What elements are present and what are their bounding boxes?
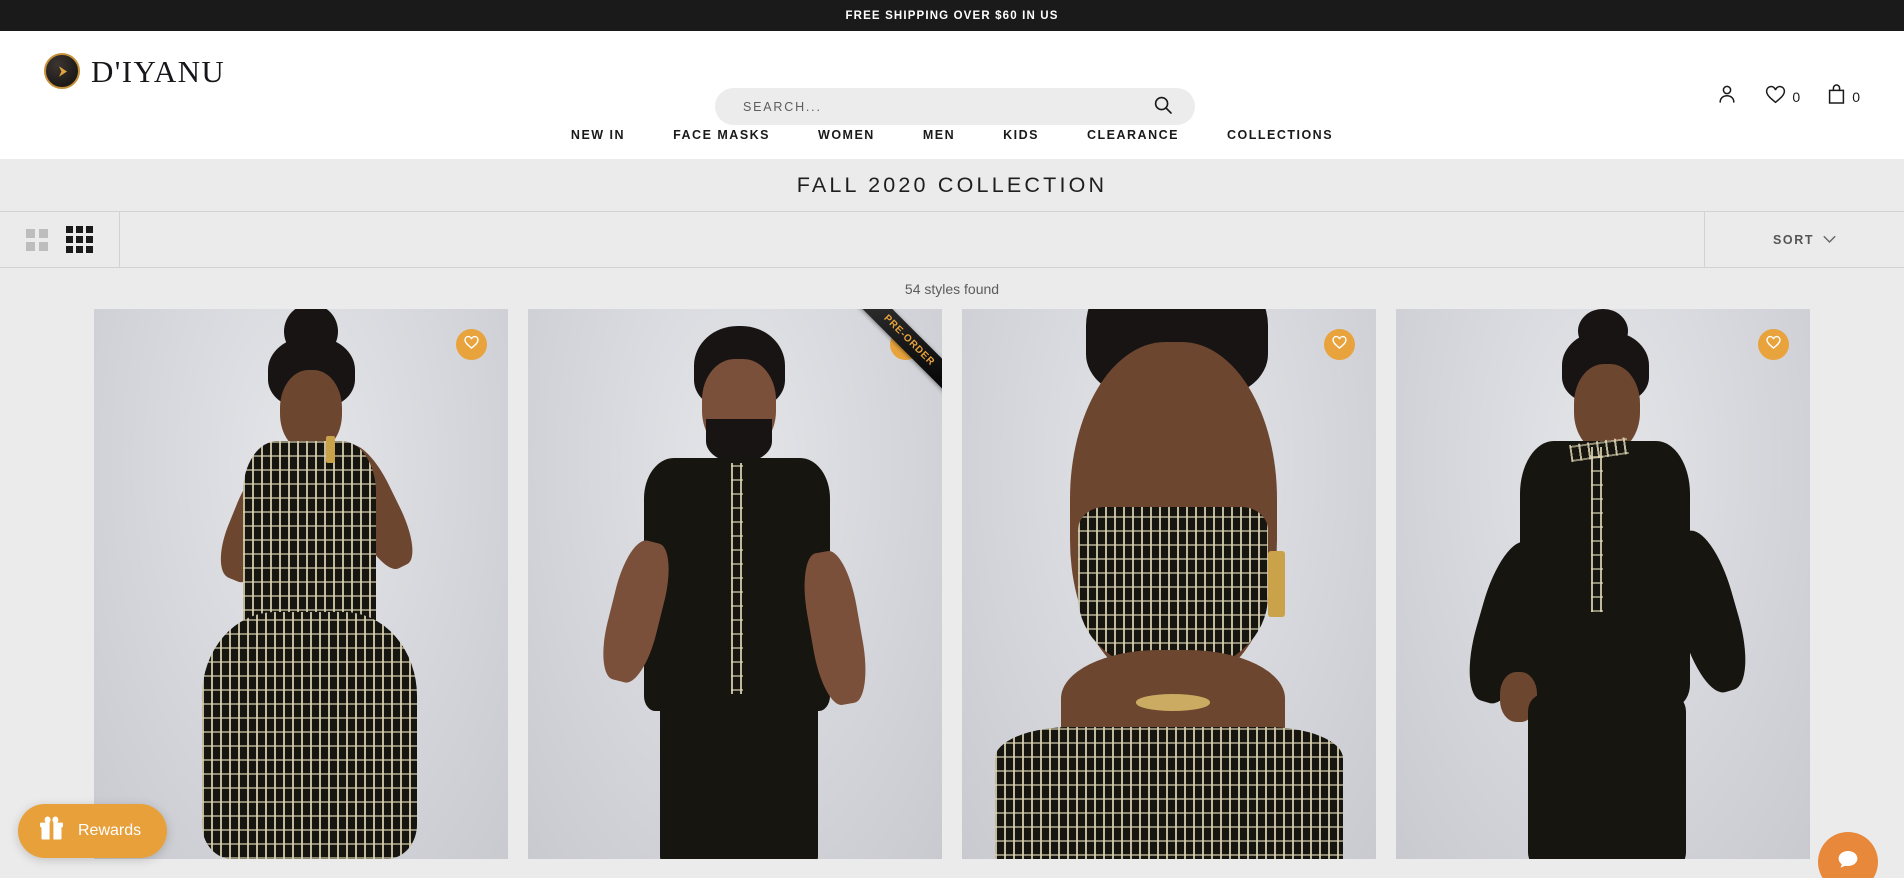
product-card-2[interactable]: PRE-ORDER xyxy=(528,309,942,859)
page-title: FALL 2020 COLLECTION xyxy=(796,172,1108,197)
account-link[interactable] xyxy=(1716,83,1738,110)
product-image-2 xyxy=(528,309,942,859)
search-button[interactable] xyxy=(1149,95,1177,118)
collection-toolbar: SORT xyxy=(0,211,1904,268)
product-card-4[interactable] xyxy=(1396,309,1810,859)
grid-3-column-view-button[interactable] xyxy=(66,226,93,253)
rewards-label: Rewards xyxy=(78,822,142,839)
sort-dropdown[interactable]: SORT xyxy=(1704,212,1904,267)
search-pill[interactable] xyxy=(715,88,1195,125)
heart-icon xyxy=(1765,334,1782,355)
shopping-bag-icon xyxy=(1826,83,1847,110)
site-header: D'IYANU SEARCH... 0 0 NEW IN FACE MASKS … xyxy=(0,31,1904,159)
announcement-text: FREE SHIPPING OVER $60 IN US xyxy=(845,9,1059,22)
chevron-down-icon xyxy=(1823,231,1836,249)
heart-icon xyxy=(897,334,914,355)
play-arrow-icon xyxy=(44,53,80,89)
rewards-button[interactable]: Rewards xyxy=(18,804,168,858)
site-logo[interactable]: D'IYANU xyxy=(44,53,225,89)
nav-item-women[interactable]: WOMEN xyxy=(794,128,899,142)
product-image-3 xyxy=(962,309,1376,859)
search-bar[interactable] xyxy=(715,88,1195,125)
nav-item-new-in[interactable]: NEW IN xyxy=(547,128,649,142)
announcement-bar: FREE SHIPPING OVER $60 IN US xyxy=(0,0,1904,31)
product-card-3[interactable] xyxy=(962,309,1376,859)
logo-text: D'IYANU xyxy=(91,53,226,89)
cart-link[interactable]: 0 xyxy=(1826,83,1860,110)
nav-item-collections[interactable]: COLLECTIONS xyxy=(1203,128,1357,142)
sort-label: SORT xyxy=(1772,232,1815,247)
user-icon xyxy=(1716,83,1738,110)
heart-icon xyxy=(463,334,480,355)
product-image-4 xyxy=(1396,309,1810,859)
header-top-row: D'IYANU SEARCH... 0 0 xyxy=(0,31,1904,125)
grid-2-column-view-button[interactable] xyxy=(26,228,48,251)
chat-bubble-icon xyxy=(1834,846,1862,878)
heart-icon xyxy=(1764,83,1787,110)
wishlist-link[interactable]: 0 xyxy=(1764,83,1800,110)
wishlist-button-3[interactable] xyxy=(1324,329,1355,360)
wishlist-button-1[interactable] xyxy=(456,329,487,360)
wishlist-count: 0 xyxy=(1792,88,1801,105)
nav-item-men[interactable]: MEN xyxy=(899,128,979,142)
results-count: 54 styles found xyxy=(904,280,1000,297)
results-count-row: 54 styles found xyxy=(0,268,1904,309)
nav-item-kids[interactable]: KIDS xyxy=(979,128,1063,142)
product-grid: PRE-ORDER xyxy=(0,309,1904,859)
view-toggle-group xyxy=(0,212,120,267)
wishlist-button-4[interactable] xyxy=(1758,329,1789,360)
product-card-1[interactable] xyxy=(94,309,508,859)
search-input[interactable] xyxy=(743,99,1149,114)
nav-item-clearance[interactable]: CLEARANCE xyxy=(1063,128,1203,142)
gift-icon xyxy=(38,815,65,847)
cart-count: 0 xyxy=(1852,88,1860,105)
header-actions: 0 0 xyxy=(1716,83,1860,110)
search-icon xyxy=(1153,95,1173,118)
heart-icon xyxy=(1331,334,1348,355)
product-image-1 xyxy=(94,309,508,859)
page-title-bar: FALL 2020 COLLECTION xyxy=(0,159,1904,211)
wishlist-button-2[interactable] xyxy=(890,329,921,360)
nav-item-face-masks[interactable]: FACE MASKS xyxy=(649,128,794,142)
